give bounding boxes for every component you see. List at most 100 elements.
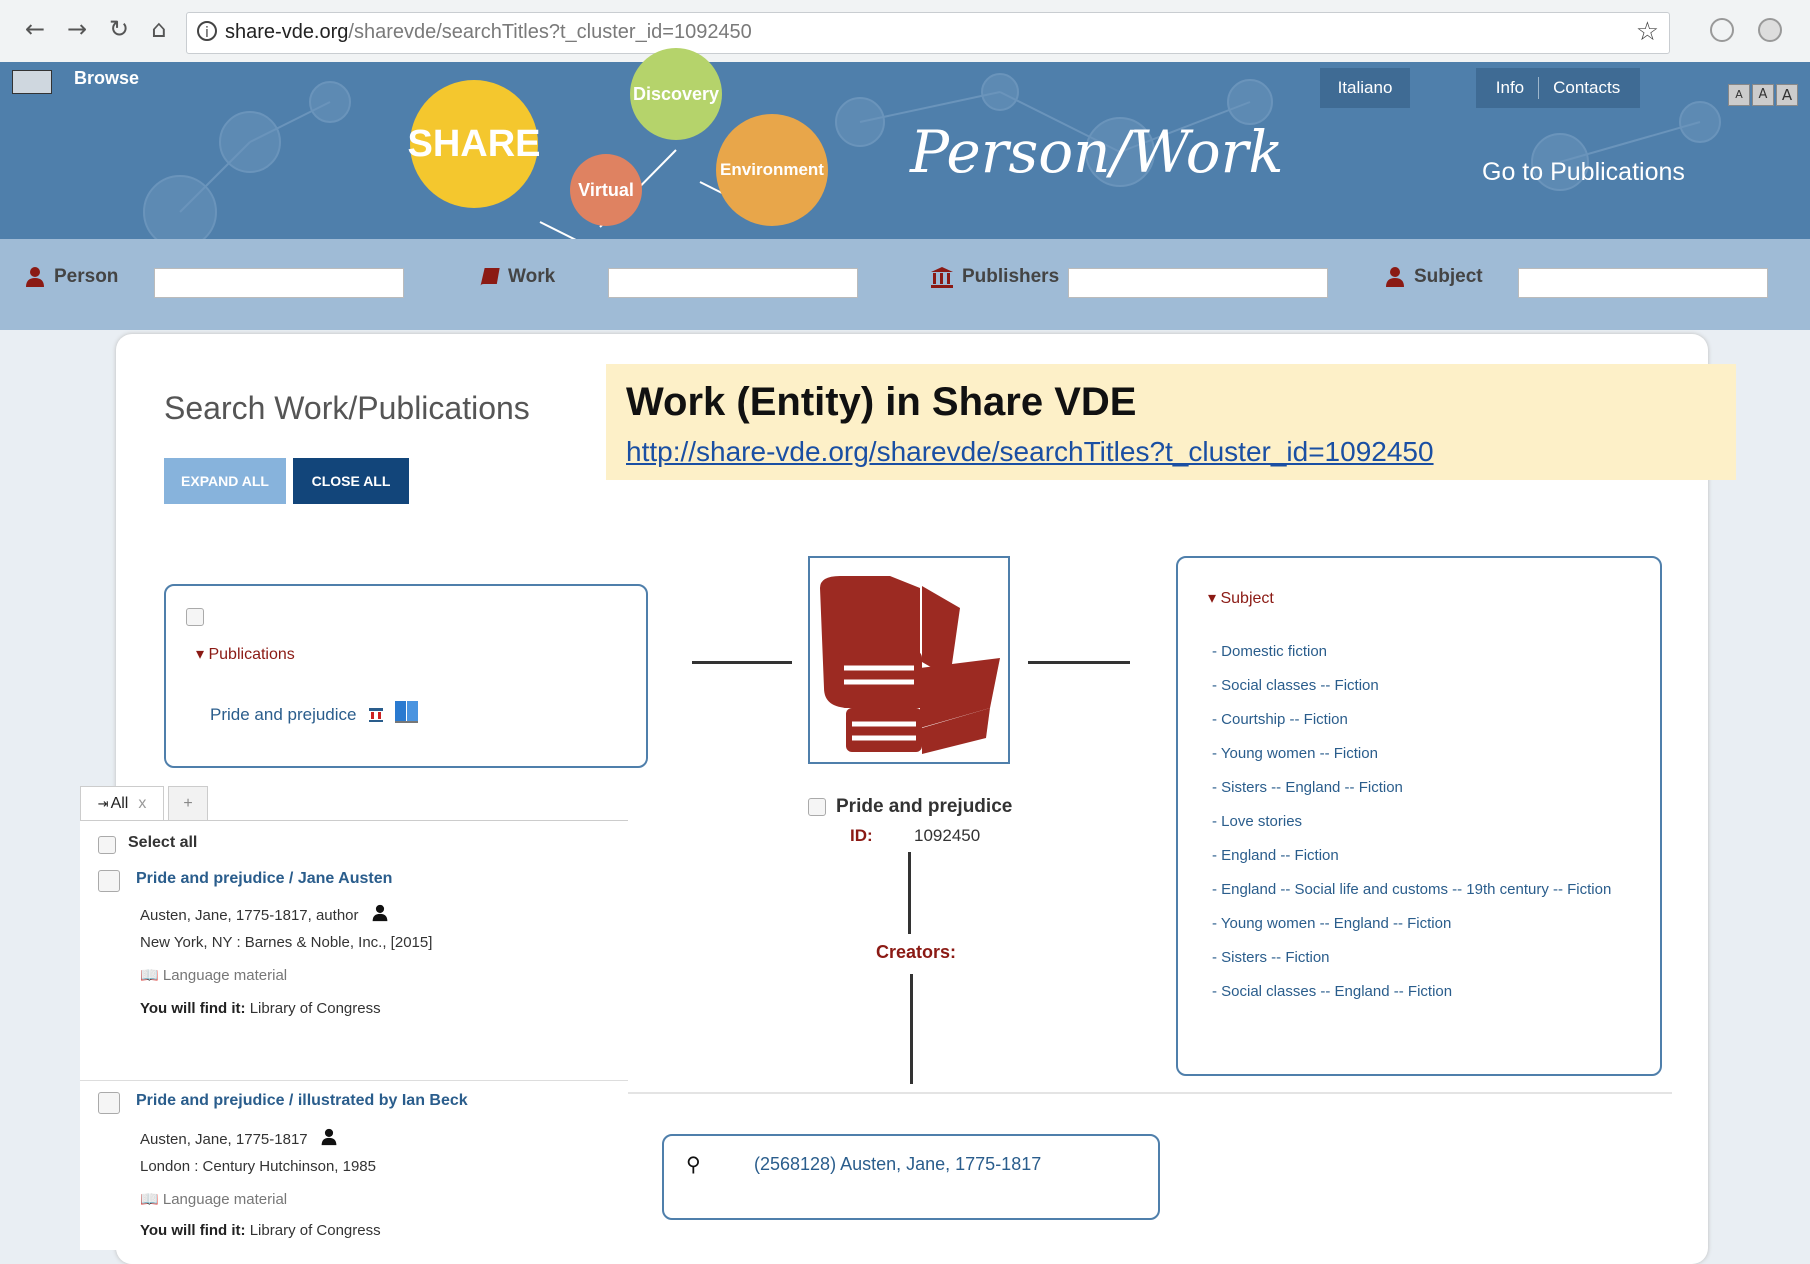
work-id-value: 1092450 bbox=[914, 826, 981, 845]
result-type: 📖 Language material bbox=[140, 966, 287, 984]
work-checkbox[interactable] bbox=[808, 796, 826, 816]
publishers-search-input[interactable] bbox=[1068, 268, 1328, 298]
result-location-value: Library of Congress bbox=[249, 1222, 381, 1239]
url-text: share-vde.org/sharevde/searchTitles?t_cl… bbox=[225, 21, 752, 44]
extension-icon[interactable] bbox=[1758, 18, 1782, 42]
result-author: Austen, Jane, 1775-1817 bbox=[140, 1128, 338, 1148]
result-checkbox[interactable] bbox=[98, 870, 120, 892]
address-bar[interactable]: i share-vde.org/sharevde/searchTitles?t_… bbox=[186, 12, 1670, 54]
subject-item[interactable]: - Sisters -- Fiction bbox=[1212, 946, 1632, 969]
font-medium-button[interactable]: A bbox=[1752, 84, 1774, 106]
share-logo-bubble: SHARE bbox=[407, 80, 541, 208]
book-cover-icon[interactable] bbox=[394, 700, 420, 724]
page-title: Person/Work bbox=[910, 118, 1284, 186]
language-button[interactable]: Italiano bbox=[1320, 68, 1410, 108]
info-link[interactable]: Info bbox=[1496, 78, 1524, 98]
collapse-icon[interactable]: ⇥ bbox=[98, 796, 109, 812]
work-title: Pride and prejudice bbox=[836, 796, 1013, 817]
person-search-label: Person bbox=[24, 266, 118, 288]
connector-line bbox=[1028, 661, 1130, 664]
subject-item[interactable]: - Social classes -- Fiction bbox=[1212, 674, 1632, 697]
browse-link[interactable]: Browse bbox=[74, 68, 139, 89]
publications-heading[interactable]: ▾ Publications bbox=[196, 644, 295, 664]
extension-icon[interactable] bbox=[1710, 18, 1734, 42]
publication-item[interactable]: Pride and prejudice bbox=[210, 700, 420, 725]
font-large-button[interactable]: A bbox=[1776, 84, 1798, 106]
result-author: Austen, Jane, 1775-1817, author bbox=[140, 904, 389, 924]
publication-item-label: Pride and prejudice bbox=[210, 705, 357, 724]
result-type-label: Language material bbox=[162, 1191, 288, 1208]
found-label: You will find it: bbox=[140, 1222, 246, 1239]
close-tab-icon[interactable]: x bbox=[138, 795, 146, 813]
building-icon bbox=[931, 267, 953, 288]
separator bbox=[1538, 77, 1540, 99]
select-all-checkbox[interactable] bbox=[98, 834, 116, 854]
info-icon[interactable]: i bbox=[197, 21, 217, 41]
search-title: Search Work/Publications bbox=[164, 390, 530, 426]
publications-checkbox[interactable] bbox=[186, 608, 204, 626]
subject-item[interactable]: - Sisters -- England -- Fiction bbox=[1212, 776, 1632, 799]
info-contacts-bar: Info Contacts bbox=[1476, 68, 1640, 108]
subject-item[interactable]: - Young women -- Fiction bbox=[1212, 742, 1632, 765]
callout-title: Work (Entity) in Share VDE bbox=[626, 380, 1137, 424]
bookmark-star-icon[interactable]: ☆ bbox=[1636, 17, 1659, 47]
subject-label: Subject bbox=[1414, 266, 1483, 287]
result-title[interactable]: Pride and prejudice / illustrated by Ian… bbox=[136, 1092, 468, 1110]
work-search-input[interactable] bbox=[608, 268, 858, 298]
creator-link[interactable]: (2568128) Austen, Jane, 1775-1817 bbox=[754, 1154, 1041, 1175]
add-tab-button[interactable]: + bbox=[168, 786, 208, 820]
forward-arrow-icon[interactable]: → bbox=[62, 14, 92, 44]
browser-toolbar: ← → ↻ ⌂ i share-vde.org/sharevde/searchT… bbox=[0, 0, 1810, 63]
close-all-button[interactable]: CLOSE ALL bbox=[293, 458, 409, 504]
discovery-bubble: Discovery bbox=[630, 48, 722, 140]
subject-heading[interactable]: ▾ Subject bbox=[1208, 588, 1274, 608]
keyboard-icon[interactable] bbox=[12, 70, 52, 94]
home-icon[interactable]: ⌂ bbox=[144, 14, 174, 44]
work-label: Work bbox=[508, 266, 556, 287]
subject-search-input[interactable] bbox=[1518, 268, 1768, 298]
subject-item[interactable]: - Social classes -- England -- Fiction bbox=[1212, 980, 1632, 1003]
expand-all-button[interactable]: EXPAND ALL bbox=[164, 458, 286, 504]
work-search-label: Work bbox=[478, 266, 555, 288]
result-location-value: Library of Congress bbox=[249, 1000, 381, 1017]
person-icon[interactable] bbox=[371, 904, 389, 922]
creator-box bbox=[662, 1134, 1160, 1220]
tab-all[interactable]: ⇥ All x bbox=[80, 786, 164, 820]
subject-item[interactable]: - England -- Fiction bbox=[1212, 844, 1632, 867]
work-image-frame bbox=[808, 556, 1010, 764]
result-title[interactable]: Pride and prejudice / Jane Austen bbox=[136, 870, 392, 888]
subject-heading-label: Subject bbox=[1220, 590, 1274, 607]
result-location: You will find it: Library of Congress bbox=[140, 1000, 381, 1017]
results-tabs: ⇥ All x + bbox=[80, 786, 628, 821]
book-icon bbox=[480, 268, 500, 286]
person-icon bbox=[1386, 267, 1404, 287]
subject-item[interactable]: - England -- Social life and customs -- … bbox=[1212, 878, 1632, 901]
person-search-input[interactable] bbox=[154, 268, 404, 298]
connector-line bbox=[908, 852, 911, 934]
search-icon[interactable]: ⚲ bbox=[686, 1152, 701, 1176]
creators-label: Creators: bbox=[876, 942, 957, 962]
connector-line bbox=[692, 661, 792, 664]
subject-item[interactable]: - Courtship -- Fiction bbox=[1212, 708, 1632, 731]
subject-item[interactable]: - Domestic fiction bbox=[1212, 640, 1632, 663]
person-icon bbox=[26, 267, 44, 287]
subject-list: - Domestic fiction - Social classes -- F… bbox=[1212, 640, 1632, 1014]
callout-link[interactable]: http://share-vde.org/sharevde/searchTitl… bbox=[626, 436, 1434, 468]
library-icon[interactable] bbox=[367, 705, 385, 723]
select-all-label: Select all bbox=[128, 834, 198, 851]
publishers-label: Publishers bbox=[962, 266, 1060, 287]
person-label: Person bbox=[54, 266, 119, 287]
font-small-button[interactable]: A bbox=[1728, 84, 1750, 106]
reload-icon[interactable]: ↻ bbox=[104, 14, 134, 44]
environment-bubble: Environment bbox=[716, 114, 828, 226]
subject-item[interactable]: - Young women -- England -- Fiction bbox=[1212, 912, 1632, 935]
back-arrow-icon[interactable]: ← bbox=[20, 14, 50, 44]
person-icon[interactable] bbox=[320, 1128, 338, 1146]
goto-publications-link[interactable]: Go to Publications bbox=[1482, 158, 1685, 187]
work-id-label: ID: bbox=[850, 826, 873, 845]
caret-down-icon: ▾ bbox=[1208, 590, 1217, 607]
subject-item[interactable]: - Love stories bbox=[1212, 810, 1632, 833]
result-checkbox[interactable] bbox=[98, 1092, 120, 1114]
publishers-search-label: Publishers bbox=[930, 266, 1059, 288]
contacts-link[interactable]: Contacts bbox=[1553, 78, 1620, 98]
